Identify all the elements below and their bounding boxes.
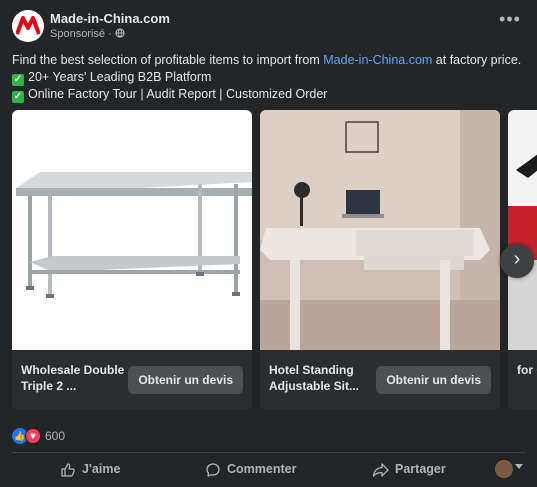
get-quote-button[interactable]: Obtenir un devis (376, 366, 491, 394)
divider (12, 452, 525, 453)
bullet-1-text: 20+ Years' Leading B2B Platform (28, 69, 212, 84)
reaction-count[interactable]: 600 (45, 429, 65, 443)
profile-selector[interactable] (495, 460, 525, 478)
page-name-link[interactable]: Made-in-China.com (50, 11, 170, 26)
post-header: Made-in-China.com Sponsorisé · ••• (12, 10, 525, 44)
like-button[interactable]: J'aime (60, 455, 120, 483)
bullet-2-text: Online Factory Tour | Audit Report | Cus… (28, 86, 328, 101)
page-avatar[interactable] (12, 10, 44, 42)
globe-icon (115, 28, 125, 38)
get-quote-button[interactable]: Obtenir un devis (128, 366, 243, 394)
more-options-button[interactable]: ••• (499, 10, 521, 30)
post-text-intro: Find the best selection of profitable it… (12, 53, 324, 67)
product-image-steel-table[interactable] (12, 110, 252, 350)
like-icon (61, 463, 75, 477)
post-bullet-1: ✓ 20+ Years' Leading B2B Platform (12, 69, 528, 86)
sponsored-post: Made-in-China.com Sponsorisé · ••• Find … (0, 0, 537, 487)
post-text: Find the best selection of profitable it… (12, 52, 528, 103)
share-label: Partager (395, 462, 446, 476)
post-text-suffix: at factory price. (432, 53, 522, 67)
card-footer: for Cou (508, 350, 537, 410)
card-footer: Wholesale Double Triple 2 ... Obtenir un… (12, 350, 252, 410)
website-link[interactable]: Made-in-China.com (323, 53, 432, 67)
comment-button[interactable]: Commenter (205, 455, 296, 483)
share-button[interactable]: Partager (372, 455, 446, 483)
check-icon: ✓ (12, 73, 24, 86)
comment-icon (206, 463, 220, 477)
love-reaction-icon: ♥ (25, 428, 41, 444)
product-image-standing-desk[interactable] (260, 110, 500, 350)
card-title[interactable]: Hotel Standing Adjustable Sit... (269, 362, 379, 394)
card-title[interactable]: Wholesale Double Triple 2 ... (21, 362, 131, 394)
post-line-1: Find the best selection of profitable it… (12, 52, 528, 69)
caret-down-icon (515, 464, 523, 469)
post-bullet-2: ✓ Online Factory Tour | Audit Report | Cu… (12, 86, 528, 103)
share-icon (372, 463, 389, 477)
sponsored-label[interactable]: Sponsorisé · (50, 28, 115, 40)
like-label: J'aime (82, 462, 121, 476)
product-carousel: Wholesale Double Triple 2 ... Obtenir un… (12, 110, 537, 410)
carousel-card[interactable]: Hotel Standing Adjustable Sit... Obtenir… (260, 110, 500, 410)
card-footer: Hotel Standing Adjustable Sit... Obtenir… (260, 350, 500, 410)
product-image-third[interactable] (508, 110, 537, 350)
carousel-next-button[interactable]: › (500, 244, 534, 278)
action-bar: J'aime Commenter Partager (12, 455, 537, 483)
carousel-card[interactable]: Wholesale Double Triple 2 ... Obtenir un… (12, 110, 252, 410)
made-in-china-logo-icon (16, 16, 40, 35)
profile-avatar (495, 460, 513, 478)
check-icon: ✓ (12, 90, 24, 103)
chevron-right-icon: › (513, 248, 521, 270)
card-title[interactable]: for Cou (517, 362, 537, 378)
post-meta: Sponsorisé · (50, 28, 125, 40)
comment-label: Commenter (227, 462, 297, 476)
